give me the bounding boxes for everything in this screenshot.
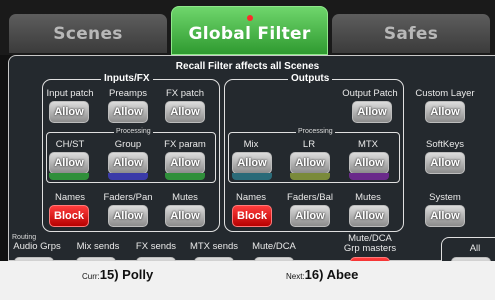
fx-patch-label: FX patch bbox=[165, 88, 205, 99]
mutes-in-allow-button[interactable]: Allow bbox=[165, 205, 205, 227]
banner-text: Recall Filter affects all Scenes bbox=[175, 61, 320, 72]
input-patch-allow-button[interactable]: Allow bbox=[49, 101, 89, 123]
output-patch-allow-button[interactable]: Allow bbox=[352, 101, 392, 123]
ch-st-allow-button[interactable]: Allow bbox=[49, 152, 89, 174]
current-scene-label: Curr: bbox=[82, 272, 100, 281]
inputs-fx-title: Inputs/FX bbox=[101, 73, 153, 84]
faders-bal-label: Faders/Bal bbox=[287, 192, 333, 203]
names-in-label: Names bbox=[54, 192, 86, 203]
next-scene: Next:16) Abee bbox=[286, 267, 358, 282]
current-scene-value: 15) Polly bbox=[99, 267, 154, 282]
mute-dca-label: Mute/DCA bbox=[252, 241, 296, 252]
faders-pan-label: Faders/Pan bbox=[103, 192, 153, 203]
custom-layer-label: Custom Layer bbox=[415, 88, 475, 99]
mix-color-strip bbox=[232, 173, 272, 180]
mute-dca-grp-masters-label: Mute/DCA Grp masters bbox=[343, 233, 397, 254]
preamps-allow-button[interactable]: Allow bbox=[108, 101, 148, 123]
fx-param-allow-button[interactable]: Allow bbox=[165, 152, 205, 174]
group-label: Group bbox=[114, 139, 142, 150]
outputs-title: Outputs bbox=[288, 73, 333, 84]
custom-layer-allow-button[interactable]: Allow bbox=[425, 101, 465, 123]
routing-label: Routing bbox=[12, 234, 37, 241]
group-allow-button[interactable]: Allow bbox=[108, 152, 148, 174]
input-patch-label: Input patch bbox=[46, 88, 94, 99]
group-color-strip bbox=[108, 173, 148, 180]
tab-bar: Scenes Global Filter Safes bbox=[0, 0, 495, 55]
names-in-block-button[interactable]: Block bbox=[49, 205, 89, 227]
faders-bal-allow-button[interactable]: Allow bbox=[290, 205, 330, 227]
fx-patch-allow-button[interactable]: Allow bbox=[165, 101, 205, 123]
mtx-label: MTX bbox=[357, 139, 379, 150]
fx-param-label: FX param bbox=[164, 139, 206, 150]
softkeys-allow-button[interactable]: Allow bbox=[425, 152, 465, 174]
lr-label: LR bbox=[302, 139, 316, 150]
mtx-allow-button[interactable]: Allow bbox=[349, 152, 389, 174]
next-scene-label: Next: bbox=[286, 272, 305, 281]
lr-allow-button[interactable]: Allow bbox=[290, 152, 330, 174]
mix-sends-label: Mix sends bbox=[76, 241, 120, 252]
mtx-sends-label: MTX sends bbox=[189, 241, 239, 252]
output-patch-label: Output Patch bbox=[342, 88, 398, 99]
tab-global-filter[interactable]: Global Filter bbox=[171, 6, 328, 55]
softkeys-label: SoftKeys bbox=[425, 139, 465, 150]
all-label: All bbox=[469, 243, 481, 254]
tab-global-filter-label: Global Filter bbox=[188, 23, 311, 44]
mix-allow-button[interactable]: Allow bbox=[232, 152, 272, 174]
preamps-label: Preamps bbox=[108, 88, 147, 99]
system-label: System bbox=[429, 192, 461, 203]
active-indicator-led bbox=[246, 15, 253, 21]
system-allow-button[interactable]: Allow bbox=[425, 205, 465, 227]
status-bar bbox=[0, 261, 495, 300]
audio-grps-label: Audio Grps bbox=[13, 241, 61, 252]
faders-pan-allow-button[interactable]: Allow bbox=[108, 205, 148, 227]
current-scene: Curr:15) Polly bbox=[82, 267, 153, 282]
fx-sends-label: FX sends bbox=[135, 241, 177, 252]
mix-label: Mix bbox=[243, 139, 259, 150]
mutes-in-label: Mutes bbox=[172, 192, 198, 203]
mutes-out-allow-button[interactable]: Allow bbox=[349, 205, 389, 227]
names-out-block-button[interactable]: Block bbox=[232, 205, 272, 227]
tab-safes[interactable]: Safes bbox=[332, 14, 490, 53]
tab-scenes[interactable]: Scenes bbox=[9, 14, 167, 53]
fx-param-color-strip bbox=[165, 173, 205, 180]
ch-st-color-strip bbox=[49, 173, 89, 180]
ch-st-label: CH/ST bbox=[55, 139, 85, 150]
inputs-processing-title: Processing bbox=[114, 128, 153, 136]
outputs-processing-title: Processing bbox=[296, 128, 335, 136]
next-scene-value: 16) Abee bbox=[304, 267, 359, 282]
names-out-label: Names bbox=[235, 192, 267, 203]
lr-color-strip bbox=[290, 173, 330, 180]
mutes-out-label: Mutes bbox=[355, 192, 381, 203]
mtx-color-strip bbox=[349, 173, 389, 180]
